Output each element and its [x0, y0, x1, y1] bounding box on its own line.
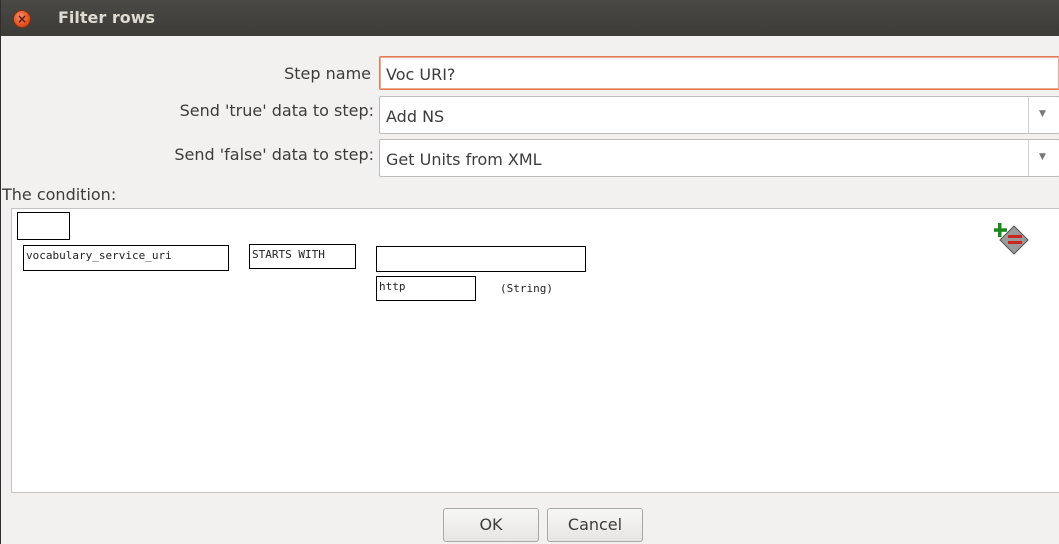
- condition-value-box[interactable]: http: [376, 276, 476, 301]
- false-step-dropdown-button[interactable]: ▼: [1028, 140, 1059, 176]
- chevron-down-icon: ▼: [1039, 109, 1046, 119]
- true-step-label: Send 'true' data to step:: [179, 101, 374, 120]
- true-step-select[interactable]: Add NS ▼: [379, 96, 1059, 134]
- condition-function-box[interactable]: STARTS WITH: [249, 244, 356, 269]
- filter-rows-dialog: × Filter rows Step name Voc URI? Send 't…: [0, 0, 1059, 544]
- step-name-value: Voc URI?: [386, 65, 456, 84]
- false-step-label: Send 'false' data to step:: [174, 145, 374, 164]
- cancel-button[interactable]: Cancel: [547, 508, 643, 542]
- negate-toggle-box[interactable]: [17, 212, 70, 240]
- true-step-dropdown-button[interactable]: ▼: [1028, 97, 1059, 133]
- false-step-value: Get Units from XML: [386, 150, 542, 169]
- condition-editor[interactable]: vocabulary_service_uri STARTS WITH http …: [11, 208, 1059, 493]
- condition-value: http: [379, 280, 406, 293]
- condition-label: The condition:: [2, 185, 117, 204]
- step-name-label: Step name: [284, 64, 371, 83]
- title-bar: × Filter rows: [1, 0, 1059, 36]
- add-condition-icon[interactable]: [994, 220, 1034, 260]
- window-title: Filter rows: [58, 8, 156, 27]
- condition-field: vocabulary_service_uri: [26, 249, 172, 262]
- condition-value-type: (String): [500, 282, 553, 295]
- chevron-down-icon: ▼: [1039, 152, 1046, 162]
- false-step-select[interactable]: Get Units from XML ▼: [379, 139, 1059, 177]
- true-step-value: Add NS: [386, 107, 445, 126]
- condition-field-box[interactable]: vocabulary_service_uri: [23, 245, 229, 271]
- close-icon[interactable]: ×: [14, 11, 30, 27]
- condition-compare-field-box[interactable]: [376, 246, 586, 272]
- ok-button[interactable]: OK: [443, 508, 539, 542]
- condition-function: STARTS WITH: [252, 248, 325, 261]
- step-name-input[interactable]: Voc URI?: [379, 56, 1059, 90]
